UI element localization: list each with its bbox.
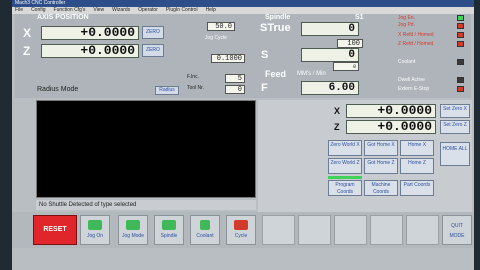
z-axis-label: Z: [23, 44, 31, 58]
empty-button-4[interactable]: [370, 215, 403, 245]
zero-world-z-button[interactable]: Zero World Z: [328, 158, 362, 174]
x-axis-label: X: [23, 26, 32, 40]
goto-home-x-button[interactable]: Got Home X: [364, 140, 398, 156]
menu-plugin-control[interactable]: PlugIn Control: [166, 7, 198, 14]
quit-mode-button[interactable]: QUIT MODE: [442, 215, 472, 245]
led-jog-en: [457, 15, 464, 21]
zero-x-button[interactable]: ZERO: [142, 26, 164, 39]
jog-on-button[interactable]: Jog On: [80, 215, 110, 245]
bottom-button-bar: RESET Jog On Jog Mode Spindle Coolant Cy…: [12, 212, 474, 248]
menu-help[interactable]: Help: [206, 7, 216, 14]
led-label-0: Jog Pd.: [398, 22, 415, 28]
s-label: S: [261, 49, 269, 61]
zero-z-button[interactable]: ZERO: [142, 44, 164, 57]
step-field[interactable]: 0.1000: [211, 54, 245, 63]
led-coolant: [457, 59, 464, 65]
menu-view[interactable]: View: [93, 7, 104, 14]
spindle-icon: [162, 220, 176, 230]
feed-units-label: MM's / Min: [297, 71, 326, 77]
strue-label: STrue: [260, 22, 291, 34]
led-x-homed: [457, 32, 464, 38]
f-dro[interactable]: 6.00: [301, 81, 359, 95]
empty-button-5[interactable]: [406, 215, 439, 245]
led-label-coolant: Coolant: [398, 59, 416, 65]
led-jog-pd: [457, 23, 464, 29]
zero-world-x-button[interactable]: Zero World X: [328, 140, 362, 156]
spindle-title: Spindle: [265, 14, 291, 21]
jog-on-icon: [88, 220, 102, 230]
menu-operator[interactable]: Operator: [138, 7, 158, 14]
mach3-window: Mach3 CNC Controller File Config Functio…: [12, 0, 474, 270]
spindle-label: Spindle: [160, 233, 178, 239]
spindle-button[interactable]: Spindle: [154, 215, 184, 245]
feed-override-field[interactable]: 50.0: [207, 22, 235, 31]
empty-button-1[interactable]: [262, 215, 295, 245]
led-estop: [457, 86, 464, 92]
jog-mode-icon: [126, 220, 140, 230]
status-line: No Shuttle Detected of type selected: [36, 200, 256, 210]
spindle-small-field: 0: [333, 62, 359, 71]
set-zero-z-button[interactable]: Set Zero Z: [440, 120, 470, 134]
set-zero-x-button[interactable]: Set Zero X: [440, 104, 470, 118]
feed-label: Feed: [265, 69, 287, 79]
menu-file[interactable]: File: [15, 7, 23, 14]
home-panel: X +0.0000 Z +0.0000 Set Zero X Set Zero …: [258, 100, 472, 212]
led-z-homed: [457, 41, 464, 47]
tool-nr-field[interactable]: 0: [225, 85, 245, 94]
led-dwell: [457, 77, 464, 83]
menu-wizards[interactable]: Wizards: [112, 7, 130, 14]
part-coords-button[interactable]: Part Coords: [400, 180, 434, 196]
axis-position-title: AXIS POSITION: [37, 14, 89, 21]
jog-mode-button[interactable]: Jog Mode: [118, 215, 148, 245]
empty-button-2[interactable]: [298, 215, 331, 245]
reset-button[interactable]: RESET: [33, 215, 77, 245]
machine-coords-button[interactable]: Machine Coords: [364, 180, 398, 196]
coolant-button[interactable]: Coolant: [190, 215, 220, 245]
home-z-button[interactable]: Home Z: [400, 158, 434, 174]
top-panel: AXIS POSITION X +0.0000 ZERO Z +0.0000 Z…: [15, 14, 471, 98]
coolant-label: Coolant: [196, 233, 214, 239]
window-title: Mach3 CNC Controller: [12, 0, 474, 7]
tool-nr-label: Tool Nr.: [187, 85, 204, 91]
home-x-button[interactable]: Home X: [400, 140, 434, 156]
jog-en-top-label: Jog En.: [398, 15, 415, 21]
goto-home-z-button[interactable]: Got Home Z: [364, 158, 398, 174]
home-z-dro[interactable]: +0.0000: [346, 120, 436, 134]
f-label: F: [261, 82, 268, 94]
home-x-dro[interactable]: +0.0000: [346, 104, 436, 118]
menu-config[interactable]: Config: [31, 7, 45, 14]
radius-mode-label: Radius Mode: [37, 86, 79, 93]
z-dro[interactable]: +0.0000: [41, 44, 139, 58]
empty-button-3[interactable]: [334, 215, 367, 245]
led-label-z-homed: Z Refd / Homed: [398, 41, 434, 47]
cycle-icon: [234, 220, 248, 230]
spindle-override-field[interactable]: 100: [337, 39, 363, 48]
program-coords-indicator: [328, 176, 362, 179]
f-inc-field[interactable]: 5: [225, 74, 245, 83]
x-dro[interactable]: +0.0000: [41, 26, 139, 40]
led-label-dwell: Dwell Active: [398, 77, 425, 83]
cycle-button[interactable]: Cycle: [226, 215, 256, 245]
menu-function-cfgs[interactable]: Function Cfg's: [54, 7, 86, 14]
strue-dro: 0: [301, 22, 359, 36]
led-label-estop: Extern E-Stop: [398, 86, 430, 92]
radius-button[interactable]: Radius: [155, 86, 179, 95]
f-inc-label: F.Inc.: [187, 74, 199, 80]
home-all-button[interactable]: HOME ALL: [440, 142, 470, 166]
led-label-x-homed: X Refd / Homed: [398, 32, 434, 38]
jog-mode-label: Jog Mode: [122, 233, 144, 239]
jog-cycle-label: Jog Cycle: [205, 35, 227, 41]
spindle-s1-label: S1: [355, 14, 364, 21]
program-coords-button[interactable]: Program Coords: [328, 180, 362, 196]
s-dro[interactable]: 0: [301, 48, 359, 62]
home-x-label: X: [334, 106, 341, 116]
home-z-label: Z: [334, 122, 340, 132]
toolpath-display[interactable]: [36, 100, 256, 198]
cycle-label: Cycle: [234, 233, 248, 239]
menu-bar: File Config Function Cfg's View Wizards …: [12, 7, 474, 14]
coolant-icon: [200, 220, 210, 230]
jog-on-label: Jog On: [86, 233, 104, 239]
